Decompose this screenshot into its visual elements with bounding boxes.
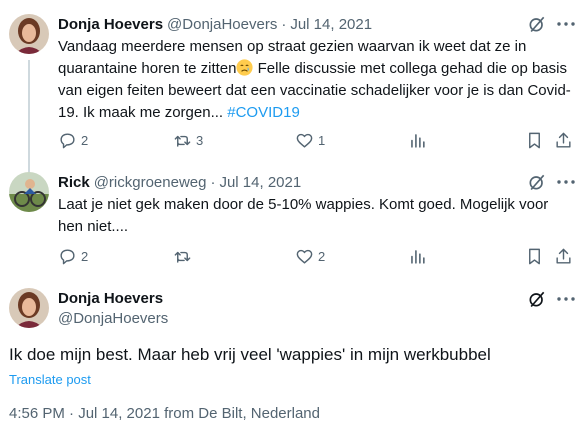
tweet-date[interactable]: Jul 14, 2021: [290, 16, 372, 33]
author-handle[interactable]: @DonjaHoevers: [167, 16, 277, 33]
heart-icon: [296, 133, 313, 148]
bookmark-button[interactable]: [525, 246, 544, 266]
like-button[interactable]: 2: [295, 246, 325, 266]
grok-icon[interactable]: [527, 14, 547, 34]
share-icon: [556, 132, 571, 148]
main-tweet: Donja Hoevers @DonjaHoevers Ik doe mijn …: [0, 286, 587, 436]
bookmark-icon: [529, 132, 540, 148]
author-handle[interactable]: @rickgroeneweg: [94, 174, 207, 191]
share-button[interactable]: [554, 130, 573, 150]
bookmark-button[interactable]: [525, 130, 544, 150]
share-button[interactable]: [554, 246, 573, 266]
reply-icon: [60, 132, 75, 148]
translate-link[interactable]: Translate post: [9, 372, 91, 387]
retweet-count: 3: [196, 132, 204, 148]
tweet-2[interactable]: Rick @rickgroeneweg · Jul 14, 2021 Laat …: [0, 172, 587, 272]
like-button[interactable]: 1: [295, 130, 325, 150]
author-name[interactable]: Donja Hoevers: [58, 290, 163, 307]
avatar-donja[interactable]: [9, 288, 49, 328]
tweet-1[interactable]: Donja Hoevers @DonjaHoevers · Jul 14, 20…: [0, 12, 587, 176]
author-name[interactable]: Rick: [58, 174, 90, 191]
more-icon[interactable]: [556, 289, 576, 309]
retweet-icon: [174, 135, 191, 147]
like-count: 1: [318, 132, 326, 148]
analytics-icon: [411, 133, 425, 148]
tweet-date[interactable]: Jul 14, 2021: [219, 174, 301, 191]
share-icon: [556, 248, 571, 264]
like-count: 2: [318, 248, 326, 264]
views-button[interactable]: [408, 130, 427, 150]
reply-button[interactable]: 2: [58, 130, 88, 150]
more-icon[interactable]: [556, 14, 576, 34]
bookmark-icon: [529, 248, 540, 264]
author-handle[interactable]: @DonjaHoevers: [58, 310, 168, 327]
retweet-button[interactable]: [173, 246, 196, 266]
views-button[interactable]: [408, 246, 427, 266]
tweet-header: Rick @rickgroeneweg · Jul 14, 2021: [58, 172, 301, 192]
reply-button[interactable]: 2: [58, 246, 88, 266]
analytics-icon: [411, 249, 425, 264]
crying-face-emoji: [236, 59, 254, 76]
tweet-text: Laat je niet gek maken door de 5-10% wap…: [58, 196, 549, 235]
separator: ·: [281, 15, 287, 33]
tweet-metadata[interactable]: 4:56 PM · Jul 14, 2021 from De Bilt, Ned…: [9, 405, 320, 422]
tweet-actions: 2 3 1: [58, 130, 578, 150]
retweet-icon: [174, 251, 191, 263]
heart-icon: [296, 249, 313, 264]
tweet-text: Vandaag meerdere mensen op straat gezien…: [58, 36, 573, 124]
grok-icon[interactable]: [527, 289, 547, 309]
author-name[interactable]: Donja Hoevers: [58, 16, 163, 33]
tweet-header: Donja Hoevers @DonjaHoevers · Jul 14, 20…: [58, 14, 372, 34]
avatar-rick[interactable]: [9, 172, 49, 212]
more-icon[interactable]: [556, 172, 576, 192]
grok-icon[interactable]: [527, 172, 547, 192]
retweet-button[interactable]: 3: [173, 130, 203, 150]
thread-line: [28, 60, 30, 176]
reply-count: 2: [81, 248, 89, 264]
tweet-actions: 2 2: [58, 246, 578, 266]
separator: ·: [210, 173, 216, 191]
hashtag-link[interactable]: #COVID19: [227, 104, 300, 121]
avatar-donja[interactable]: [9, 14, 49, 54]
reply-icon: [60, 248, 75, 264]
main-tweet-text: Ik doe mijn best. Maar heb vrij veel 'wa…: [9, 345, 491, 364]
reply-count: 2: [81, 132, 89, 148]
